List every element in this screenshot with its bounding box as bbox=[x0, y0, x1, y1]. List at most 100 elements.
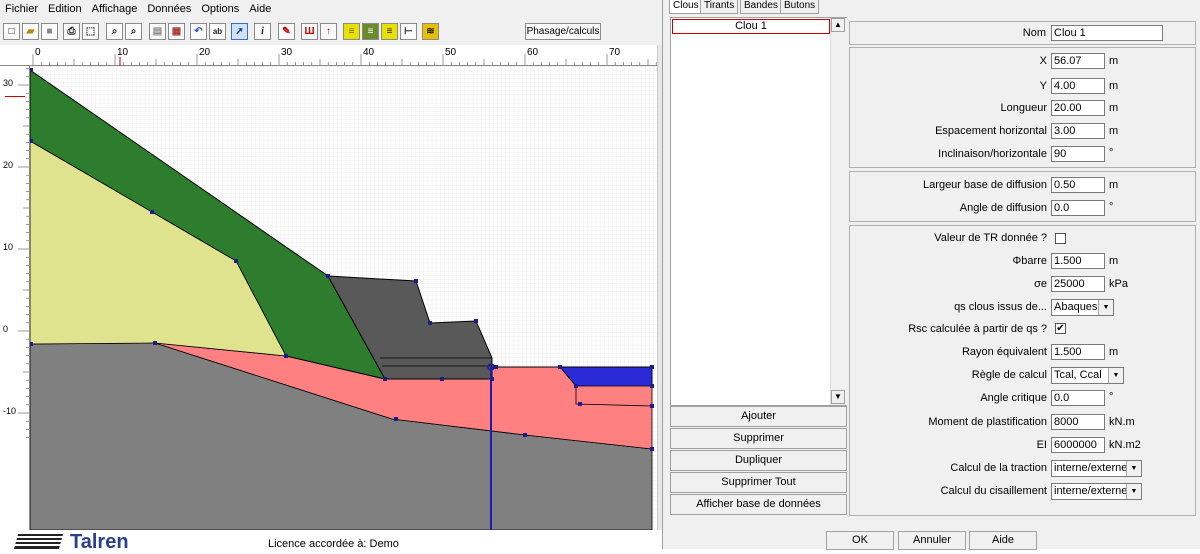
largeur-base-label: Largeur base de diffusion bbox=[923, 179, 1047, 191]
phi-barre-unit: m bbox=[1109, 255, 1119, 267]
longueur-label: Longueur bbox=[1000, 102, 1048, 114]
y-field[interactable]: 4.00 bbox=[1051, 78, 1105, 94]
ajouter-button[interactable]: Ajouter bbox=[670, 406, 847, 427]
ruler-label: 0 bbox=[35, 47, 41, 58]
menu-aide[interactable]: Aide bbox=[244, 0, 276, 15]
annuler-button[interactable]: Annuler bbox=[898, 531, 966, 550]
x-unit: m bbox=[1109, 55, 1119, 67]
soil-layers-icon[interactable]: ≡ bbox=[362, 23, 379, 40]
phi-barre-field[interactable]: 1.500 bbox=[1051, 253, 1105, 269]
copy-icon[interactable]: ▤ bbox=[149, 23, 166, 40]
layers-icon[interactable]: ≡ bbox=[343, 23, 360, 40]
nom-field[interactable]: Clou 1 bbox=[1051, 25, 1163, 41]
rsc-label: Rsc calculée à partir de qs ? bbox=[908, 323, 1047, 335]
talren-logo-icon bbox=[13, 534, 64, 549]
menu-donnees[interactable]: Données bbox=[142, 0, 196, 15]
toolbar: □ ▰ ■ ⎙ ⬚ ⌕ ⌕ ▤ ▦ ↶ ab ➚ i ✎ Ш ↑ ≡ ≡ ≡ ⊢… bbox=[0, 19, 662, 46]
moment-label: Moment de plastification bbox=[928, 416, 1047, 428]
list-scrollbar[interactable] bbox=[830, 18, 847, 405]
angle-diffusion-label: Angle de diffusion bbox=[959, 202, 1047, 214]
menu-options[interactable]: Options bbox=[196, 0, 244, 15]
scroll-up-icon[interactable]: ▲ bbox=[831, 18, 845, 32]
open-folder-icon[interactable]: ▰ bbox=[22, 23, 39, 40]
cisaillement-select[interactable]: interne/externe ▼ bbox=[1051, 483, 1142, 500]
pointer-icon[interactable]: ➚ bbox=[231, 23, 248, 40]
ok-button[interactable]: OK bbox=[826, 531, 894, 550]
print-icon[interactable]: ⎙ bbox=[63, 23, 80, 40]
supprimer-button[interactable]: Supprimer bbox=[670, 428, 847, 449]
espacement-field[interactable]: 3.00 bbox=[1051, 123, 1105, 139]
valeur-tr-label: Valeur de TR donnée ? bbox=[934, 232, 1047, 244]
angle-critique-field[interactable]: 0.0 bbox=[1051, 390, 1105, 406]
scroll-down-icon[interactable]: ▼ bbox=[831, 390, 845, 404]
nail-list[interactable] bbox=[670, 17, 847, 406]
ruler-label: 0 bbox=[3, 324, 8, 334]
geometry-canvas[interactable] bbox=[30, 66, 657, 530]
struts-icon[interactable]: ⊢ bbox=[400, 23, 417, 40]
angle-diffusion-field[interactable]: 0.0 bbox=[1051, 200, 1105, 216]
inclinaison-label: Inclinaison/horizontale bbox=[938, 148, 1047, 160]
qs-clous-select[interactable]: Abaques ▼ bbox=[1051, 299, 1114, 316]
inclinaison-field[interactable]: 90 bbox=[1051, 146, 1105, 162]
sigma-e-field[interactable]: 25000 bbox=[1051, 276, 1105, 292]
tab-butons[interactable]: Butons bbox=[780, 0, 820, 14]
ruler-label: 30 bbox=[281, 47, 293, 58]
find-text-icon[interactable]: ab bbox=[209, 23, 226, 40]
strips-icon[interactable]: ≡ bbox=[381, 23, 398, 40]
menu-affichage[interactable]: Affichage bbox=[87, 0, 143, 15]
angle-diffusion-unit: ° bbox=[1109, 201, 1114, 213]
ruler-label: 20 bbox=[3, 160, 13, 170]
anchor-tool-icon[interactable]: ↑ bbox=[320, 23, 337, 40]
rayon-field[interactable]: 1.500 bbox=[1051, 344, 1105, 360]
vertical-ruler: 30 20 10 0 -10 bbox=[0, 66, 30, 530]
new-file-icon[interactable]: □ bbox=[3, 23, 20, 40]
qs-clous-value: Abaques bbox=[1054, 301, 1098, 313]
rsc-checkbox[interactable]: ✔ bbox=[1055, 323, 1066, 334]
zoom-out-icon[interactable]: ⌕ bbox=[125, 23, 142, 40]
traction-value: interne/externe bbox=[1054, 462, 1128, 474]
ei-field[interactable]: 6000000 bbox=[1051, 437, 1105, 453]
dupliquer-button[interactable]: Dupliquer bbox=[670, 450, 847, 471]
menu-fichier[interactable]: Fichier bbox=[0, 0, 43, 15]
ruler-label: 60 bbox=[527, 47, 539, 58]
aide-button[interactable]: Aide bbox=[969, 531, 1037, 550]
y-label: Y bbox=[1039, 80, 1047, 92]
sigma-e-label: σe bbox=[1034, 278, 1047, 290]
water-table-icon[interactable]: ≋ bbox=[422, 23, 439, 40]
info-icon[interactable]: i bbox=[254, 23, 271, 40]
pencil-icon[interactable]: ✎ bbox=[278, 23, 295, 40]
traction-select[interactable]: interne/externe ▼ bbox=[1051, 460, 1142, 477]
angle-critique-unit: ° bbox=[1109, 391, 1114, 403]
chevron-down-icon: ▼ bbox=[1126, 461, 1141, 476]
regle-select[interactable]: Tcal, Ccal ▼ bbox=[1051, 367, 1124, 384]
espacement-label: Espacement horizontal bbox=[935, 125, 1047, 137]
ei-unit: kN.m2 bbox=[1109, 439, 1141, 451]
zoom-in-icon[interactable]: ⌕ bbox=[106, 23, 123, 40]
nail-tool-icon[interactable]: Ш bbox=[301, 23, 318, 40]
inclinaison-unit: ° bbox=[1109, 147, 1114, 159]
valeur-tr-checkbox[interactable] bbox=[1055, 233, 1066, 244]
save-icon[interactable]: ■ bbox=[41, 23, 58, 40]
afficher-base-donnees-button[interactable]: Afficher base de données bbox=[670, 494, 847, 515]
phasage-calculs-button[interactable]: Phasage/calculs bbox=[525, 23, 601, 40]
supprimer-tout-button[interactable]: Supprimer Tout bbox=[670, 472, 847, 493]
moment-field[interactable]: 8000 bbox=[1051, 414, 1105, 430]
x-field[interactable]: 56.07 bbox=[1051, 53, 1105, 69]
ruler-label: 10 bbox=[117, 47, 129, 58]
ruler-label: 10 bbox=[3, 242, 13, 252]
list-item[interactable]: Clou 1 bbox=[672, 19, 830, 34]
tab-clous[interactable]: Clous bbox=[669, 0, 703, 14]
chevron-down-icon: ▼ bbox=[1098, 300, 1113, 315]
ruler-label: 70 bbox=[609, 47, 621, 58]
longueur-field[interactable]: 20.00 bbox=[1051, 100, 1105, 116]
largeur-base-field[interactable]: 0.50 bbox=[1051, 177, 1105, 193]
cisaillement-value: interne/externe bbox=[1054, 485, 1128, 497]
regle-value: Tcal, Ccal bbox=[1054, 369, 1102, 381]
menu-edition[interactable]: Edition bbox=[43, 0, 87, 15]
angle-critique-label: Angle critique bbox=[980, 392, 1047, 404]
select-rect-icon[interactable]: ⬚ bbox=[82, 23, 99, 40]
paste-icon[interactable]: ▦ bbox=[168, 23, 185, 40]
undo-icon[interactable]: ↶ bbox=[190, 23, 207, 40]
tab-tirants[interactable]: Tirants bbox=[700, 0, 739, 14]
tab-bandes[interactable]: Bandes bbox=[740, 0, 782, 14]
